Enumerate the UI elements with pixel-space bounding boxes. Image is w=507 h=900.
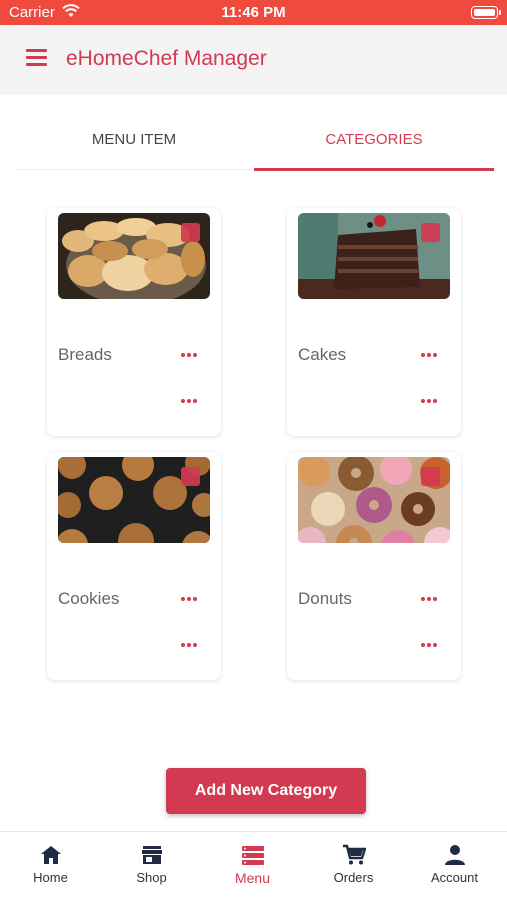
active-tab-indicator (254, 168, 494, 171)
category-name: Cakes (298, 345, 347, 364)
image-icon (181, 467, 200, 486)
cart-icon (343, 844, 366, 865)
more-options-icon[interactable] (421, 588, 443, 602)
nav-home[interactable]: Home (0, 832, 101, 900)
more-options-icon[interactable] (181, 390, 203, 404)
more-options-icon[interactable] (421, 634, 443, 648)
more-options-icon[interactable] (421, 390, 443, 404)
image-icon (421, 223, 440, 242)
nav-shop[interactable]: Shop (101, 832, 202, 900)
tab-bar: MENU ITEM CATEGORIES (14, 118, 495, 171)
nav-orders-label: Orders (333, 870, 374, 885)
nav-account-label: Account (431, 870, 478, 885)
more-options-icon[interactable] (181, 634, 203, 648)
more-options-icon[interactable] (181, 588, 203, 602)
more-options-icon[interactable] (421, 344, 443, 358)
status-time: 11:46 PM (221, 4, 286, 21)
tab-categories-label: CATEGORIES (325, 131, 423, 148)
tab-menu-item-label: MENU ITEM (91, 131, 177, 148)
menu-list-icon (242, 846, 264, 865)
battery-icon (471, 6, 501, 19)
image-icon (181, 223, 200, 242)
nav-account[interactable]: Account (404, 832, 505, 900)
category-card-cakes[interactable]: Cakes (287, 208, 461, 436)
hamburger-menu-icon[interactable] (26, 49, 50, 71)
category-name: Cookies (58, 589, 120, 608)
nav-shop-label: Shop (136, 870, 167, 885)
category-card-donuts[interactable]: Donuts (287, 452, 461, 680)
bottom-nav: Home Shop Menu Orders Account (0, 831, 507, 900)
nav-home-label: Home (33, 870, 68, 885)
status-bar: Carrier 11:46 PM (0, 0, 507, 25)
tab-menu-item[interactable]: MENU ITEM (14, 118, 254, 170)
nav-menu-label: Menu (234, 870, 271, 886)
category-name: Breads (58, 345, 112, 364)
app-bar: eHomeChef Manager (0, 25, 507, 95)
tab-categories[interactable]: CATEGORIES (254, 118, 494, 171)
add-new-category-button[interactable]: Add New Category (166, 768, 366, 814)
home-icon (41, 846, 61, 864)
category-card-cookies[interactable]: Cookies (47, 452, 221, 680)
app-title: eHomeChef Manager (66, 47, 267, 70)
shop-icon (142, 846, 162, 864)
category-card-breads[interactable]: Breads (47, 208, 221, 436)
nav-orders[interactable]: Orders (303, 832, 404, 900)
more-options-icon[interactable] (181, 344, 203, 358)
category-name: Donuts (298, 589, 352, 608)
nav-menu[interactable]: Menu (202, 832, 303, 900)
image-icon (421, 467, 440, 486)
person-icon (445, 845, 465, 865)
